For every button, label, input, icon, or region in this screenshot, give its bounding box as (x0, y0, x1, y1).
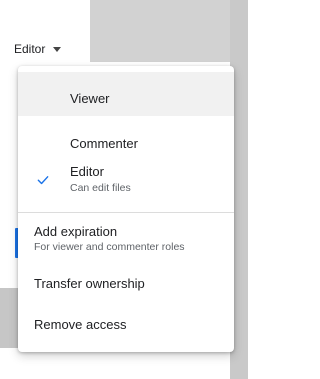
role-dropdown[interactable]: Editor (14, 36, 62, 62)
menu-item-description: For viewer and commenter roles (34, 241, 185, 253)
background-panel-top (90, 0, 248, 62)
role-dropdown-value: Editor (14, 42, 46, 56)
role-menu: Viewer Commenter Editor Can edit files A… (18, 66, 234, 352)
menu-item-transfer-ownership[interactable]: Transfer ownership (18, 269, 234, 299)
menu-item-label: Editor (70, 164, 104, 179)
menu-item-label: Remove access (34, 317, 127, 332)
menu-item-label: Viewer (70, 91, 110, 106)
menu-item-label: Add expiration (34, 224, 118, 239)
menu-item-remove-access[interactable]: Remove access (18, 310, 234, 340)
menu-item-editor[interactable]: Editor Can edit files (18, 164, 234, 204)
menu-item-label: Commenter (70, 136, 138, 151)
check-icon (37, 176, 49, 185)
menu-divider (18, 212, 234, 213)
menu-item-add-expiration[interactable]: Add expiration For viewer and commenter … (18, 219, 234, 261)
menu-item-description: Can edit files (70, 182, 131, 194)
menu-item-label: Transfer ownership (34, 276, 145, 291)
caret-down-icon (53, 46, 62, 52)
menu-item-commenter[interactable]: Commenter (18, 124, 234, 164)
menu-item-viewer[interactable]: Viewer (18, 72, 234, 116)
